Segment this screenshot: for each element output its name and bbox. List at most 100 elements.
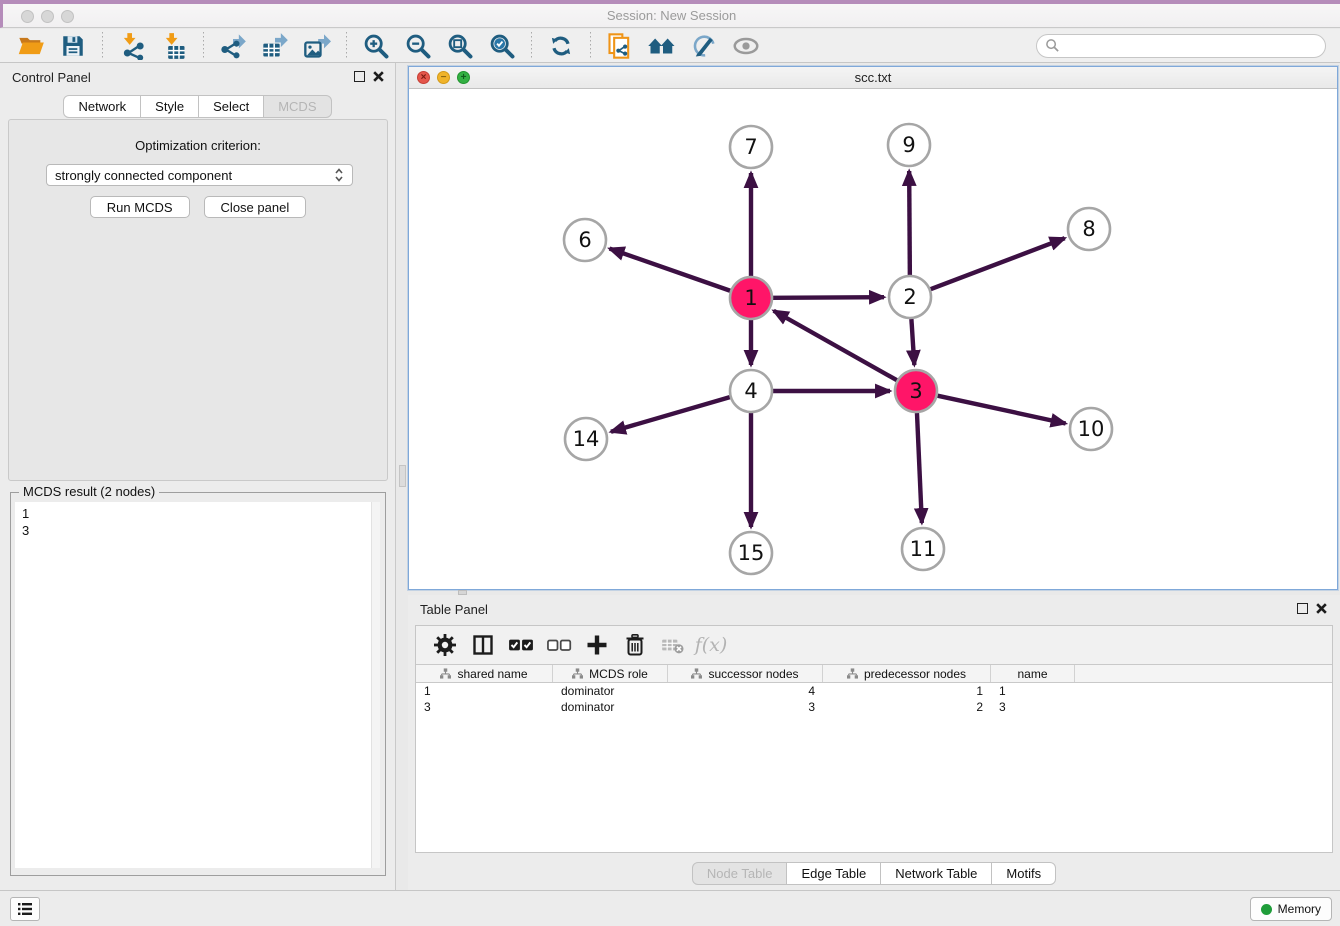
node-table-container: f(x) shared name MCDS role successor nod…	[415, 625, 1333, 853]
table-toolbar: f(x)	[416, 626, 1332, 664]
task-history-button[interactable]	[10, 897, 40, 921]
mcds-result-line: 3	[22, 522, 380, 539]
svg-text:8: 8	[1082, 217, 1095, 241]
home-icon[interactable]	[645, 31, 679, 61]
cell-shared-name[interactable]: 1	[416, 683, 553, 699]
export-table-icon[interactable]	[258, 31, 292, 61]
cell-name[interactable]: 3	[991, 699, 1075, 715]
column-header-successor-nodes[interactable]: successor nodes	[668, 665, 823, 682]
edge-1-6[interactable]	[610, 249, 731, 291]
cell-mcds-role[interactable]: dominator	[553, 683, 668, 699]
float-panel-icon[interactable]	[354, 71, 365, 82]
svg-text:3: 3	[909, 379, 922, 403]
duplicate-network-icon[interactable]	[603, 31, 637, 61]
close-panel-icon[interactable]	[372, 70, 385, 83]
svg-text:1: 1	[744, 286, 757, 310]
graph-node-1[interactable]: 1	[730, 277, 772, 319]
cell-predecessor-nodes[interactable]: 2	[823, 699, 991, 715]
graph-node-10[interactable]: 10	[1070, 408, 1112, 450]
control-panel-header: Control Panel	[0, 63, 395, 91]
tab-motifs[interactable]: Motifs	[991, 862, 1056, 885]
tab-edge-table[interactable]: Edge Table	[786, 862, 881, 885]
mcds-result-textarea[interactable]: 1 3	[15, 502, 380, 868]
cell-name[interactable]: 1	[991, 683, 1075, 699]
optimization-criterion-label: Optimization criterion:	[9, 138, 387, 153]
create-column-plus-icon[interactable]	[581, 630, 613, 660]
edge-2-3[interactable]	[911, 319, 914, 365]
vertical-splitter-handle[interactable]	[399, 465, 406, 487]
edge-3-1[interactable]	[774, 311, 897, 380]
cell-successor-nodes[interactable]: 4	[668, 683, 823, 699]
control-panel: Control Panel Network Style Select MCDS …	[0, 63, 396, 890]
import-network-icon[interactable]	[115, 31, 149, 61]
toolbar-separator	[590, 32, 591, 60]
search-input[interactable]	[1060, 38, 1317, 53]
table-settings-gear-icon[interactable]	[429, 630, 461, 660]
column-header-shared-name[interactable]: shared name	[416, 665, 553, 682]
eye-icon[interactable]	[729, 31, 763, 61]
zoom-selected-icon[interactable]	[485, 31, 519, 61]
tab-node-table[interactable]: Node Table	[692, 862, 788, 885]
edge-2-9[interactable]	[909, 171, 910, 275]
result-scrollbar[interactable]	[371, 502, 380, 868]
zoom-out-icon[interactable]	[401, 31, 435, 61]
memory-button[interactable]: Memory	[1250, 897, 1332, 921]
table-row[interactable]: 3 dominator 3 2 3	[416, 699, 1332, 715]
workspace: Control Panel Network Style Select MCDS …	[0, 63, 1340, 890]
network-window-titlebar[interactable]: × − + scc.txt	[409, 67, 1337, 89]
cell-predecessor-nodes[interactable]: 1	[823, 683, 991, 699]
edge-1-2[interactable]	[773, 297, 884, 298]
column-header-mcds-role[interactable]: MCDS role	[553, 665, 668, 682]
tab-mcds[interactable]: MCDS	[263, 95, 331, 118]
cell-mcds-role[interactable]: dominator	[553, 699, 668, 715]
graph-node-4[interactable]: 4	[730, 370, 772, 412]
open-file-icon[interactable]	[14, 31, 48, 61]
network-canvas-svg[interactable]: 7 9 6 8 1 2 4 3 14 10 15 11	[409, 89, 1337, 589]
refresh-icon[interactable]	[544, 31, 578, 61]
float-table-panel-icon[interactable]	[1297, 603, 1308, 614]
close-table-panel-icon[interactable]	[1315, 602, 1328, 615]
tab-style[interactable]: Style	[140, 95, 199, 118]
style-brush-icon[interactable]	[687, 31, 721, 61]
deselect-all-columns-icon[interactable]	[543, 630, 575, 660]
graph-node-8[interactable]: 8	[1068, 208, 1110, 250]
import-table-icon[interactable]	[157, 31, 191, 61]
column-header-predecessor-nodes[interactable]: predecessor nodes	[823, 665, 991, 682]
edge-2-8[interactable]	[931, 238, 1065, 289]
column-header-name[interactable]: name	[991, 665, 1075, 682]
mcds-tab-content: Optimization criterion: strongly connect…	[8, 119, 388, 481]
tab-select[interactable]: Select	[198, 95, 264, 118]
graph-node-3[interactable]: 3	[895, 370, 937, 412]
delete-column-trash-icon[interactable]	[619, 630, 651, 660]
zoom-fit-icon[interactable]	[443, 31, 477, 61]
export-network-icon[interactable]	[216, 31, 250, 61]
criterion-select[interactable]: strongly connected component	[46, 164, 353, 186]
graph-node-9[interactable]: 9	[888, 124, 930, 166]
select-stepper-icon	[334, 168, 344, 182]
zoom-in-icon[interactable]	[359, 31, 393, 61]
cell-shared-name[interactable]: 3	[416, 699, 553, 715]
show-columns-icon[interactable]	[467, 630, 499, 660]
run-mcds-button[interactable]: Run MCDS	[90, 196, 190, 218]
cell-successor-nodes[interactable]: 3	[668, 699, 823, 715]
edge-4-14[interactable]	[611, 397, 730, 432]
edge-3-11[interactable]	[917, 413, 922, 523]
toolbar-separator	[346, 32, 347, 60]
graph-node-7[interactable]: 7	[730, 126, 772, 168]
graph-node-6[interactable]: 6	[564, 219, 606, 261]
edge-3-10[interactable]	[937, 396, 1065, 424]
graph-node-15[interactable]: 15	[730, 532, 772, 574]
save-icon[interactable]	[56, 31, 90, 61]
tab-network[interactable]: Network	[63, 95, 141, 118]
export-image-icon[interactable]	[300, 31, 334, 61]
select-all-columns-icon[interactable]	[505, 630, 537, 660]
graph-node-11[interactable]: 11	[902, 528, 944, 570]
tab-network-table[interactable]: Network Table	[880, 862, 992, 885]
table-row[interactable]: 1 dominator 4 1 1	[416, 683, 1332, 699]
graph-node-2[interactable]: 2	[889, 276, 931, 318]
column-type-icon	[691, 668, 702, 679]
table-panel-header: Table Panel	[408, 595, 1340, 623]
graph-node-14[interactable]: 14	[565, 418, 607, 460]
delete-table-icon-disabled	[657, 630, 689, 660]
close-panel-button[interactable]: Close panel	[204, 196, 307, 218]
